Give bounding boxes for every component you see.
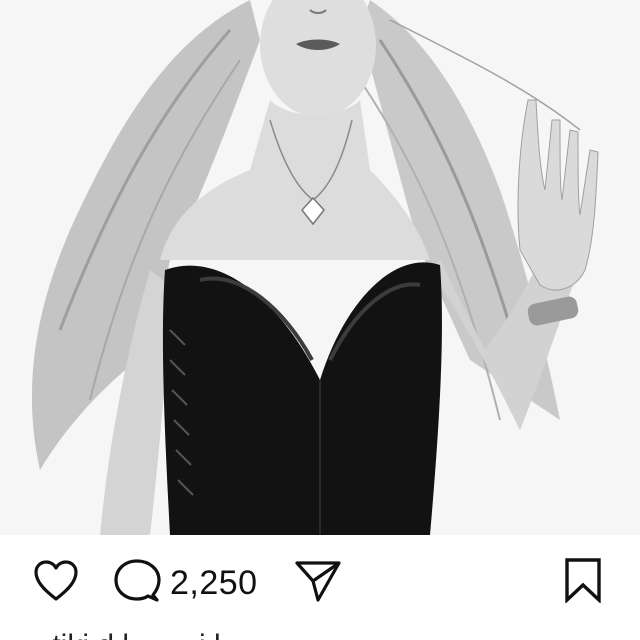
heart-icon (34, 560, 78, 601)
post-card: 2,250 · tiki d l .. · · i l (0, 0, 640, 640)
share-button[interactable] (293, 557, 343, 605)
comment-button[interactable] (112, 557, 162, 607)
like-button[interactable] (32, 557, 80, 605)
comment-count: 2,250 (170, 564, 258, 602)
post-photo[interactable] (0, 0, 640, 535)
post-photo-illustration (0, 0, 640, 535)
caption-text: · tiki d l .. · · i l (34, 631, 221, 640)
caption-preview: · tiki d l .. · · i l (0, 625, 640, 640)
bookmark-icon (565, 558, 601, 603)
paper-plane-icon (295, 561, 341, 602)
speech-bubble-icon (114, 559, 161, 602)
save-button[interactable] (560, 555, 606, 605)
post-action-bar: 2,250 (0, 535, 640, 625)
